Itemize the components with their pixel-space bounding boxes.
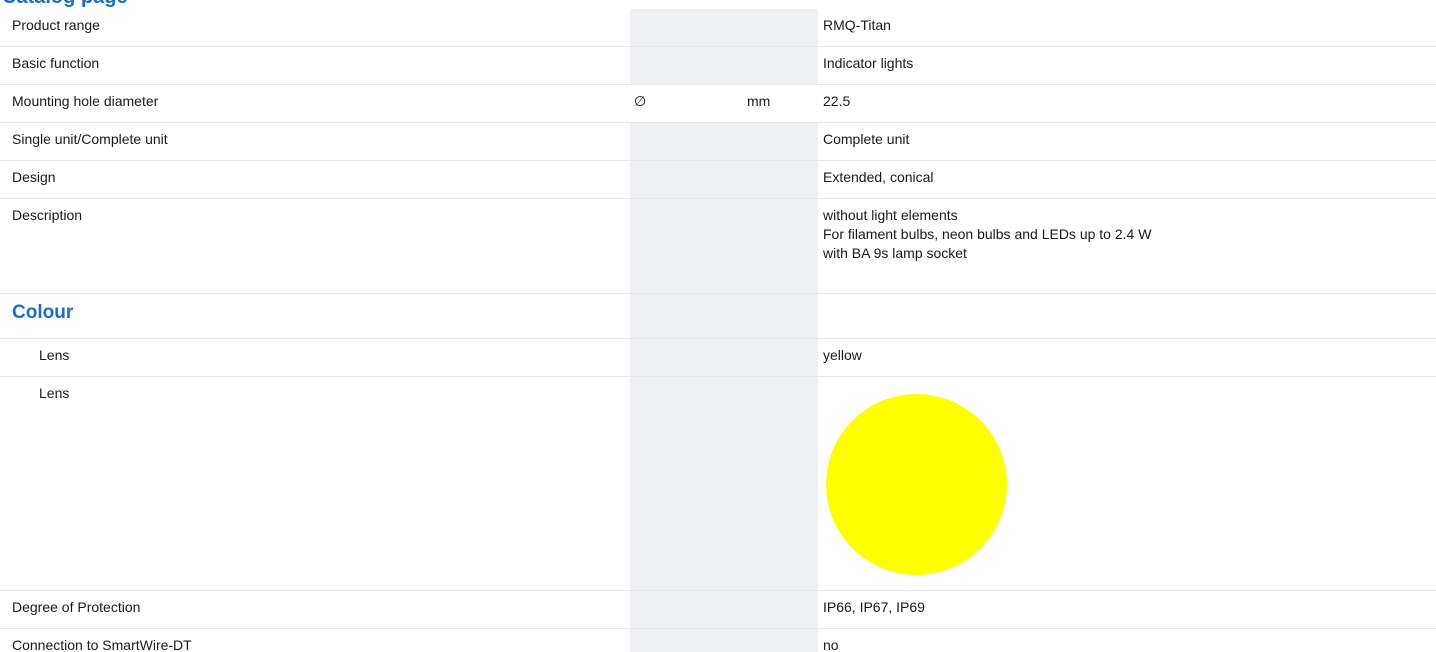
table-row: Design Extended, conical: [0, 161, 1436, 199]
row-value: yellow: [823, 347, 862, 363]
unit-cell: [743, 294, 818, 338]
row-value: Extended, conical: [823, 169, 934, 185]
unit-cell: [743, 629, 818, 652]
unit-label: mm: [747, 93, 771, 109]
unit-cell: [743, 199, 818, 293]
table-row: Mounting hole diameter ∅ mm 22.5: [0, 85, 1436, 123]
row-label: Single unit/Complete unit: [12, 131, 168, 147]
table-row: Single unit/Complete unit Complete unit: [0, 123, 1436, 161]
symbol-cell: [630, 377, 743, 590]
table-row: Degree of Protection IP66, IP67, IP69: [0, 591, 1436, 629]
row-label: Lens: [39, 385, 70, 401]
row-value: RMQ-Titan: [823, 17, 891, 33]
description-value: without light elements For filament bulb…: [818, 199, 1436, 293]
symbol-cell: [630, 47, 743, 84]
symbol-cell: [630, 9, 743, 46]
row-value: IP66, IP67, IP69: [823, 599, 925, 615]
table-row: Lens yellow: [0, 339, 1436, 377]
row-label: Description: [12, 207, 83, 223]
lens-color-swatch: [826, 394, 1007, 575]
table-row: Description without light elements For f…: [0, 199, 1436, 294]
row-label: Basic function: [12, 55, 100, 71]
product-datasheet-page: Catalog page Product range RMQ-Titan Bas…: [0, 0, 1436, 652]
unit-cell: [743, 591, 818, 628]
row-label: Design: [12, 169, 56, 185]
row-label: Connection to SmartWire-DT: [12, 637, 192, 652]
symbol-cell: [630, 161, 743, 198]
row-value: Indicator lights: [823, 55, 914, 71]
unit-cell: [743, 377, 818, 590]
symbol-cell: [630, 294, 743, 338]
spec-table: Product range RMQ-Titan Basic function I…: [0, 9, 1436, 652]
row-value: no: [823, 637, 839, 652]
symbol-cell: [630, 591, 743, 628]
lens-swatch-cell: [818, 377, 1436, 590]
row-label: Product range: [12, 17, 100, 33]
section-title-colour: Colour: [12, 302, 74, 323]
symbol-cell: [630, 339, 743, 376]
page-heading: Catalog page: [2, 0, 128, 8]
description-line: with BA 9s lamp socket: [823, 245, 967, 261]
unit-cell: [743, 161, 818, 198]
symbol-cell: [630, 123, 743, 160]
row-value: Complete unit: [823, 131, 910, 147]
row-label: Degree of Protection: [12, 599, 141, 615]
row-value: 22.5: [823, 93, 851, 109]
symbol-cell: [630, 199, 743, 293]
unit-cell: [743, 9, 818, 46]
symbol-cell: [630, 629, 743, 652]
section-header-row: Colour: [0, 294, 1436, 339]
table-row: Connection to SmartWire-DT no: [0, 629, 1436, 652]
table-row: Lens: [0, 377, 1436, 591]
row-value: [818, 294, 1436, 338]
diameter-symbol: ∅: [634, 93, 647, 109]
description-line: without light elements: [823, 207, 958, 223]
table-row: Basic function Indicator lights: [0, 47, 1436, 85]
unit-cell: [743, 123, 818, 160]
row-label: Mounting hole diameter: [12, 93, 159, 109]
table-row: Product range RMQ-Titan: [0, 9, 1436, 47]
row-label: Lens: [39, 347, 70, 363]
unit-cell: [743, 47, 818, 84]
description-line: For filament bulbs, neon bulbs and LEDs …: [823, 226, 1152, 242]
unit-cell: [743, 339, 818, 376]
